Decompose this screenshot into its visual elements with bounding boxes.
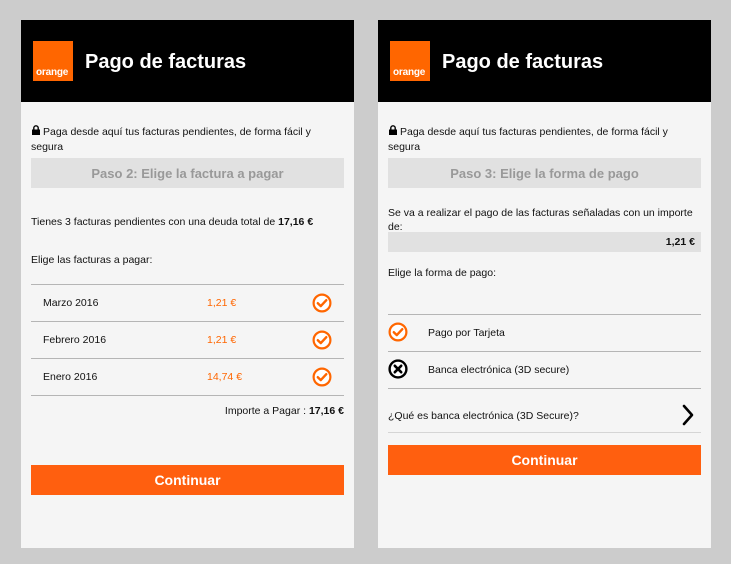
page-title: Pago de facturas	[442, 51, 604, 73]
invoice-month: Febrero 2016	[43, 334, 107, 346]
orange-logo: orange	[33, 41, 73, 81]
intro-text: Paga desde aquí tus facturas pendientes,…	[388, 125, 668, 153]
check-circle-icon[interactable]	[388, 322, 408, 342]
chevron-right-icon	[682, 404, 694, 426]
invoice-month: Enero 2016	[43, 371, 98, 383]
invoice-list: Marzo 2016 1,21 € Febrero 2016 1,21 € En…	[31, 284, 344, 396]
continue-button[interactable]: Continuar	[388, 445, 701, 475]
payment-amount: 1,21 €	[388, 232, 701, 252]
intro-text: Paga desde aquí tus facturas pendientes,…	[31, 125, 311, 153]
step-indicator: Paso 3: Elige la forma de pago	[388, 158, 701, 188]
app-header: orange Pago de facturas	[378, 20, 711, 102]
app-header: orange Pago de facturas	[21, 20, 354, 102]
payment-option-3d-secure[interactable]: Banca electrónica (3D secure)	[388, 352, 701, 389]
payment-method-list: Pago por Tarjeta Banca electrónica (3D s…	[388, 314, 701, 389]
choose-method-label: Elige la forma de pago:	[388, 267, 496, 279]
close-circle-icon[interactable]	[388, 359, 408, 379]
lock-icon	[389, 125, 397, 135]
help-link-3d-secure[interactable]: ¿Qué es banca electrónica (3D Secure)?	[388, 398, 701, 433]
invoice-row[interactable]: Febrero 2016 1,21 €	[31, 322, 344, 359]
debt-total: 17,16 €	[278, 216, 314, 228]
payment-option-label: Pago por Tarjeta	[428, 327, 505, 339]
step-indicator: Paso 2: Elige la factura a pagar	[31, 158, 344, 188]
invoice-selection-screen: orange Pago de facturas Paga desde aquí …	[21, 20, 354, 548]
continue-button[interactable]: Continuar	[31, 465, 344, 495]
check-circle-icon[interactable]	[312, 293, 332, 313]
amount-to-pay-value: 17,16 €	[308, 405, 344, 417]
lock-icon	[32, 125, 40, 135]
debt-summary: Tienes 3 facturas pendientes con una deu…	[31, 216, 314, 228]
check-circle-icon[interactable]	[312, 330, 332, 350]
invoice-month: Marzo 2016	[43, 297, 99, 309]
payment-option-card[interactable]: Pago por Tarjeta	[388, 315, 701, 352]
choose-invoices-label: Elige las facturas a pagar:	[31, 254, 153, 266]
invoice-amount: 1,21 €	[207, 297, 237, 309]
invoice-amount: 1,21 €	[207, 334, 237, 346]
invoice-amount: 14,74 €	[207, 371, 243, 383]
page-title: Pago de facturas	[85, 51, 247, 73]
invoice-row[interactable]: Enero 2016 14,74 €	[31, 359, 344, 396]
payment-info: Se va a realizar el pago de las facturas…	[388, 207, 693, 233]
amount-to-pay: Importe a Pagar : 17,16 €	[224, 405, 344, 417]
payment-method-screen: orange Pago de facturas Paga desde aquí …	[378, 20, 711, 548]
check-circle-icon[interactable]	[312, 367, 332, 387]
payment-option-label: Banca electrónica (3D secure)	[428, 364, 570, 376]
orange-logo: orange	[390, 41, 430, 81]
invoice-row[interactable]: Marzo 2016 1,21 €	[31, 285, 344, 322]
